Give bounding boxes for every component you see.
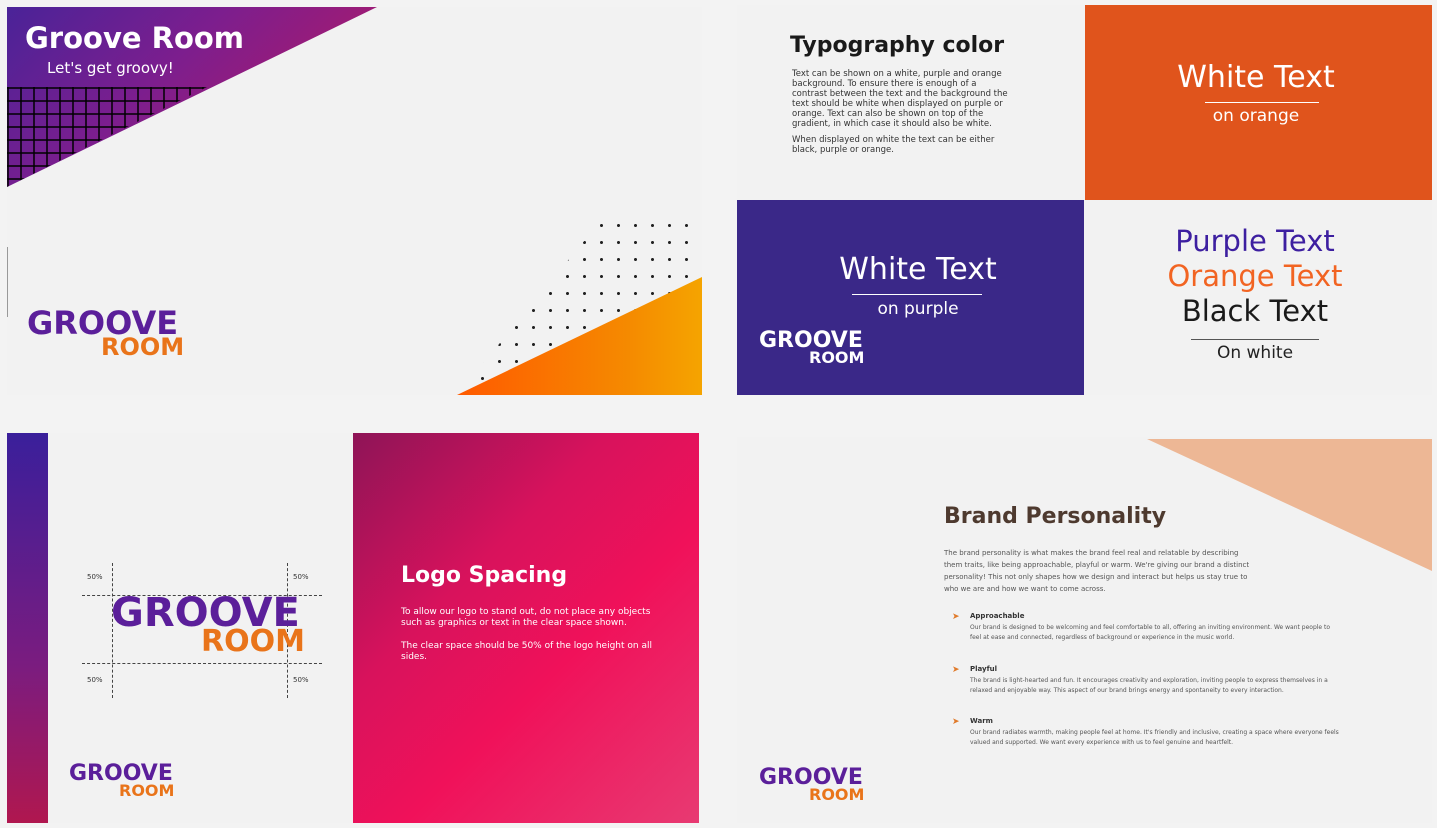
groove-room-logo: GROOVE ROOM xyxy=(759,767,864,803)
groove-room-logo-small: GROOVE ROOM xyxy=(69,763,174,799)
purple-text-sample: Purple Text xyxy=(1175,224,1335,258)
logo-line2: ROOM xyxy=(119,781,175,800)
logo-spacing-slide: 50% 50% 50% 50% GROOVE ROOM GROOVE ROOM … xyxy=(7,433,699,823)
groove-room-logo: GROOVE ROOM xyxy=(27,307,184,359)
typography-paragraph-2: When displayed on white the text can be … xyxy=(792,135,995,155)
arrow-icon: ➤ xyxy=(952,665,960,675)
typography-slide: Typography color Text can be shown on a … xyxy=(737,5,1432,395)
side-gradient-bar xyxy=(7,433,48,823)
orange-card-rule xyxy=(1205,102,1319,103)
orange-card-main: White Text xyxy=(1177,60,1335,95)
logo-line2: ROOM xyxy=(809,348,865,367)
purple-card-rule xyxy=(852,294,982,295)
logo-spacing-paragraph-1: To allow our logo to stand out, do not p… xyxy=(401,607,651,628)
purple-card-main: White Text xyxy=(839,252,997,287)
purple-card-sub: on purple xyxy=(877,299,959,319)
spacing-label: 50% xyxy=(293,573,309,581)
typography-paragraph-1: Text can be shown on a white, purple and… xyxy=(792,69,1008,129)
personality-item-desc: Our brand is designed to be welcoming an… xyxy=(970,624,1331,641)
white-card-sub: On white xyxy=(1216,343,1294,363)
groove-room-logo-large: GROOVE ROOM xyxy=(111,593,305,657)
orange-text-sample: Orange Text xyxy=(1167,259,1343,293)
typography-heading: Typography color xyxy=(790,33,1005,58)
grid-pattern xyxy=(7,87,207,187)
guide-line xyxy=(82,663,322,664)
orange-card-sub: on orange xyxy=(1212,106,1300,126)
logo-line2: ROOM xyxy=(201,624,305,659)
black-text-sample: Black Text xyxy=(1181,294,1329,328)
logo-spacing-paragraph-2: The clear space should be 50% of the log… xyxy=(401,641,652,662)
logo-spacing-heading: Logo Spacing xyxy=(401,563,568,588)
logo-line2: ROOM xyxy=(809,785,865,804)
personality-item-title: Approachable xyxy=(970,612,1025,620)
arrow-icon: ➤ xyxy=(952,717,960,727)
white-card-rule xyxy=(1191,339,1319,340)
cover-subtitle: Let's get groovy! xyxy=(47,59,174,77)
divider xyxy=(7,247,8,317)
brand-personality-heading: Brand Personality xyxy=(944,504,1167,529)
groove-room-logo-white: GROOVE ROOM xyxy=(759,330,864,366)
typography-body: Text can be shown on a white, purple and… xyxy=(792,69,1014,161)
spacing-label: 50% xyxy=(87,676,103,684)
brand-personality-intro: The brand personality is what makes the … xyxy=(944,549,1250,593)
logo-line2: ROOM xyxy=(101,333,185,361)
logo-spacing-body: To allow our logo to stand out, do not p… xyxy=(401,607,656,675)
personality-item-desc: The brand is light-hearted and fun. It e… xyxy=(970,677,1328,694)
spacing-label: 50% xyxy=(293,676,309,684)
personality-item-title: Warm xyxy=(970,717,993,725)
brand-personality-slide: Brand Personality The brand personality … xyxy=(737,437,1432,823)
purple-card: White Text on purple GROOVE ROOM xyxy=(737,200,1084,395)
cover-slide: Groove Room Let's get groovy! GROOVE ROO… xyxy=(7,7,702,395)
personality-item-desc: Our brand radiates warmth, making people… xyxy=(970,729,1339,746)
arrow-icon: ➤ xyxy=(952,612,960,622)
spacing-label: 50% xyxy=(87,573,103,581)
cover-title: Groove Room xyxy=(25,21,245,55)
white-card: Purple Text Orange Text Black Text On wh… xyxy=(1085,200,1432,395)
personality-item-title: Playful xyxy=(970,665,998,673)
orange-card: White Text on orange xyxy=(1085,5,1432,200)
